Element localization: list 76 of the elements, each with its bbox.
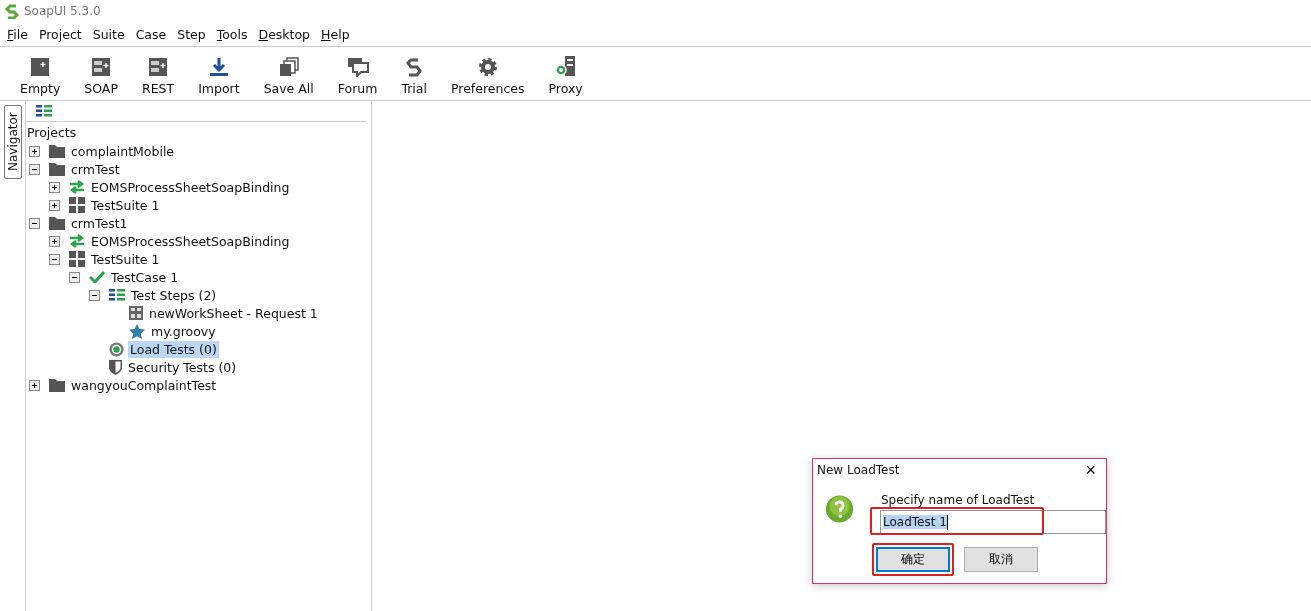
toolbar-button[interactable]: Trial xyxy=(395,57,433,96)
prompt-label: Specify name of LoadTest xyxy=(881,493,1036,507)
tree-item[interactable]: newWorkSheet - Request 1 xyxy=(147,304,320,322)
checkmark-icon xyxy=(89,271,105,283)
project-badge-icon xyxy=(91,57,112,77)
tree-item[interactable]: Security Tests (0) xyxy=(126,358,239,376)
folder-icon xyxy=(49,378,65,392)
tree-root[interactable]: Projects xyxy=(27,125,77,142)
tree-item[interactable]: my.groovy xyxy=(149,322,218,340)
grid-icon xyxy=(69,251,85,267)
expand-toggle[interactable] xyxy=(49,199,60,211)
tree-item[interactable]: TestSuite 1 xyxy=(89,196,162,214)
settings-icon xyxy=(477,57,498,77)
menu-item[interactable]: Project xyxy=(38,26,82,42)
tree-item[interactable]: crmTest1 xyxy=(69,214,130,232)
menu-item[interactable]: Desktop xyxy=(258,26,311,42)
menu-item[interactable]: Help xyxy=(321,26,350,42)
collapse-toggle[interactable] xyxy=(49,253,60,265)
toolbar-button[interactable]: Import xyxy=(192,57,246,96)
tree-item[interactable]: Load Tests (0) xyxy=(128,340,219,358)
list-icon xyxy=(109,289,125,301)
question-icon xyxy=(825,493,854,525)
project-badge-icon xyxy=(148,57,169,77)
logo-icon xyxy=(404,57,425,77)
window-title: SoapUI 5.3.0 xyxy=(24,4,101,18)
close-button[interactable]: × xyxy=(1079,459,1102,481)
tree-item[interactable]: Test Steps (2) xyxy=(129,286,219,304)
blank-project-icon xyxy=(30,57,51,77)
menu-item[interactable]: File xyxy=(7,26,28,42)
tree-item[interactable]: EOMSProcessSheetSoapBinding xyxy=(89,178,292,196)
toolbar-button[interactable]: REST xyxy=(135,57,181,96)
toolbar-button[interactable]: SOAP xyxy=(78,57,124,96)
toolbar-button[interactable]: Save All xyxy=(257,57,320,96)
tree-item[interactable]: TestSuite 1 xyxy=(89,250,162,268)
grid-icon xyxy=(69,197,85,213)
expand-toggle[interactable] xyxy=(49,235,60,247)
speech-bubbles-icon xyxy=(346,57,369,77)
tree-item[interactable]: TestCase 1 xyxy=(109,268,181,286)
tree-item[interactable]: EOMSProcessSheetSoapBinding xyxy=(89,232,292,250)
swap-arrows-icon xyxy=(69,234,85,248)
app-logo-icon xyxy=(4,3,20,19)
expand-toggle[interactable] xyxy=(29,145,40,157)
server-icon xyxy=(554,55,577,77)
star-icon xyxy=(129,323,145,339)
swap-arrows-icon xyxy=(69,180,85,194)
collapse-toggle[interactable] xyxy=(29,163,40,175)
collapse-toggle[interactable] xyxy=(29,217,40,229)
download-icon xyxy=(208,57,229,77)
expand-toggle[interactable] xyxy=(49,181,60,193)
toolbar-button[interactable]: Preferences xyxy=(444,57,531,96)
toolbar-button[interactable]: Forum xyxy=(331,57,384,96)
toolbar-button[interactable]: Proxy xyxy=(542,55,589,96)
request-icon xyxy=(129,306,143,320)
navigator-tab[interactable]: Navigator xyxy=(3,105,22,179)
gauge-icon xyxy=(109,341,124,357)
dialog-title: New LoadTest xyxy=(817,463,900,477)
tree-item[interactable]: crmTest xyxy=(69,160,122,178)
folder-icon xyxy=(49,216,65,230)
menu-item[interactable]: Suite xyxy=(92,26,125,42)
collapse-toggle[interactable] xyxy=(89,289,100,301)
name-input-field[interactable]: LoadTest 1 xyxy=(880,510,1106,534)
stacked-pages-icon xyxy=(278,57,299,77)
dialog-button[interactable]: 确定 xyxy=(876,547,950,572)
folder-icon xyxy=(49,144,65,158)
menu-item[interactable]: Step xyxy=(177,26,206,42)
folder-icon xyxy=(49,162,65,176)
menu-item[interactable]: Tools xyxy=(216,26,248,42)
tree-item[interactable]: wangyouComplaintTest xyxy=(69,376,219,394)
menu-item[interactable]: Case xyxy=(135,26,167,42)
list-icon[interactable] xyxy=(36,105,52,117)
shield-icon xyxy=(109,359,122,375)
collapse-toggle[interactable] xyxy=(69,271,80,283)
toolbar-button[interactable]: Empty xyxy=(14,57,67,96)
expand-toggle[interactable] xyxy=(29,379,40,391)
tree-item[interactable]: complaintMobile xyxy=(69,142,177,160)
dialog-button[interactable]: 取消 xyxy=(964,547,1038,572)
